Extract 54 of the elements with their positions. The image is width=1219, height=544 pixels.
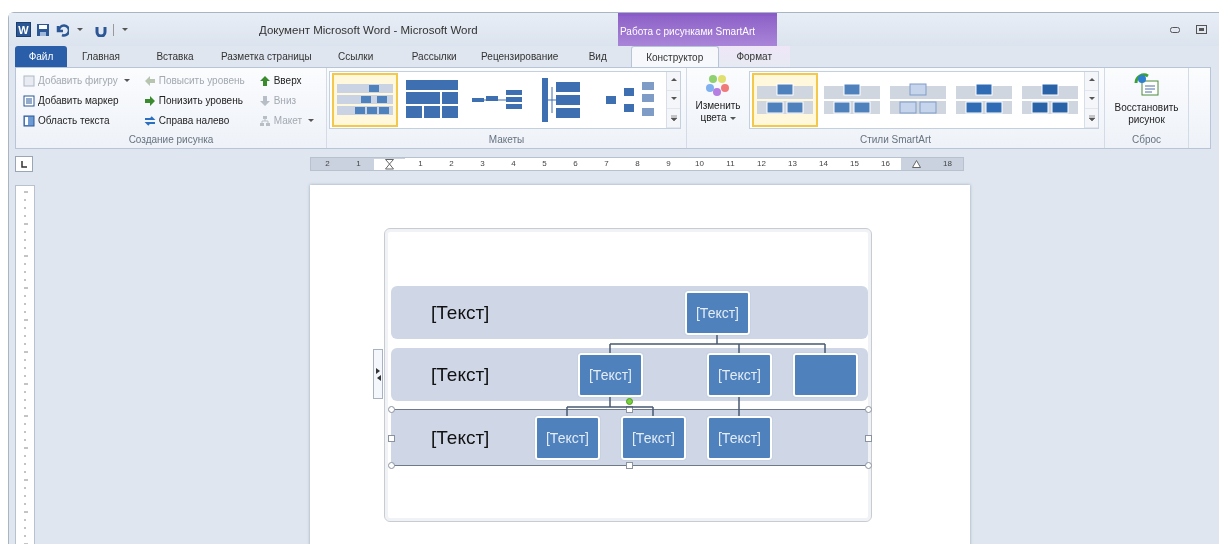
smartart-frame[interactable]: [Текст] [Текст] [Текст] [Текст] [Текст] [Текст] [Текст] [Текст] [Текст] — [384, 228, 872, 522]
command-button[interactable]: Вверх — [256, 71, 316, 90]
ribbon-tab[interactable]: Рассылки — [393, 46, 475, 67]
ruler-number: 7 — [604, 159, 609, 168]
ruler-number: 1 — [356, 159, 361, 168]
ruler-number: 9 — [666, 159, 671, 168]
group-label: Макеты — [487, 134, 526, 147]
node-label: [Текст] — [718, 430, 761, 446]
ribbon-tab[interactable]: Вид — [564, 46, 631, 67]
ruler-number: 13 — [788, 159, 797, 168]
reset-graphic-button[interactable]: Восстановить рисунок — [1110, 71, 1183, 128]
level-label: [Текст] — [431, 301, 490, 324]
ruler-number: 6 — [573, 159, 578, 168]
node-label: [Текст] — [546, 430, 589, 446]
ribbon-tab[interactable]: Главная — [67, 46, 135, 67]
ribbon-tab[interactable]: Конструктор — [630, 46, 719, 67]
file-menu-tab[interactable]: Файл — [15, 46, 67, 67]
ribbon-tab[interactable]: Формат — [718, 46, 790, 67]
ruler-number: 11 — [726, 159, 735, 168]
ruler-number: 8 — [635, 159, 640, 168]
command-button[interactable]: Область текста — [21, 111, 132, 130]
node-label: [Текст] — [632, 430, 675, 446]
group-label: Стили SmartArt — [858, 134, 932, 147]
app-logo[interactable]: W — [16, 22, 31, 37]
ruler-number: 3 — [480, 159, 485, 168]
level-label: [Текст] — [431, 426, 490, 449]
ruler-number: 14 — [819, 159, 828, 168]
command-button[interactable]: Справа налево — [141, 111, 247, 130]
ruler-number: 16 — [881, 159, 890, 168]
ribbon-tab[interactable]: Вставка — [135, 46, 215, 67]
change-colors-button[interactable]: Изменить цвета — [689, 71, 747, 126]
group-label: Сброс — [1130, 134, 1163, 147]
window-title: Документ Microsoft Word - Microsoft Word — [259, 23, 478, 36]
node-label: [Текст] — [589, 367, 632, 383]
level-label: [Текст] — [431, 363, 490, 386]
ruler-number: 1 — [418, 159, 423, 168]
ruler-number: 18 — [943, 159, 952, 168]
ruler-number: 4 — [511, 159, 516, 168]
ruler-number: 2 — [449, 159, 454, 168]
ruler-number: 2 — [325, 159, 330, 168]
node-label: [Текст] — [718, 367, 761, 383]
ribbon-tab[interactable]: Разметка страницы — [215, 46, 318, 67]
ribbon-tab[interactable]: Рецензирование — [474, 46, 565, 67]
ruler-number: 12 — [757, 159, 766, 168]
command-button[interactable]: Понизить уровень — [141, 91, 247, 110]
node-label: [Текст] — [696, 305, 739, 321]
command-button[interactable]: Добавить маркер — [21, 91, 132, 110]
group-label: Создание рисунка — [127, 134, 215, 147]
ruler-number: 5 — [542, 159, 547, 168]
ribbon-tab[interactable]: Ссылки — [317, 46, 394, 67]
contextual-group-label: Работа с рисунками SmartArt — [620, 25, 756, 37]
ruler-number: 10 — [695, 159, 704, 168]
horizontal-ruler[interactable]: 2 1 1 2 3 4 5 6 7 8 9 10 11 12 13 14 15 16 18 — [310, 157, 964, 171]
ruler-number: 15 — [850, 159, 859, 168]
